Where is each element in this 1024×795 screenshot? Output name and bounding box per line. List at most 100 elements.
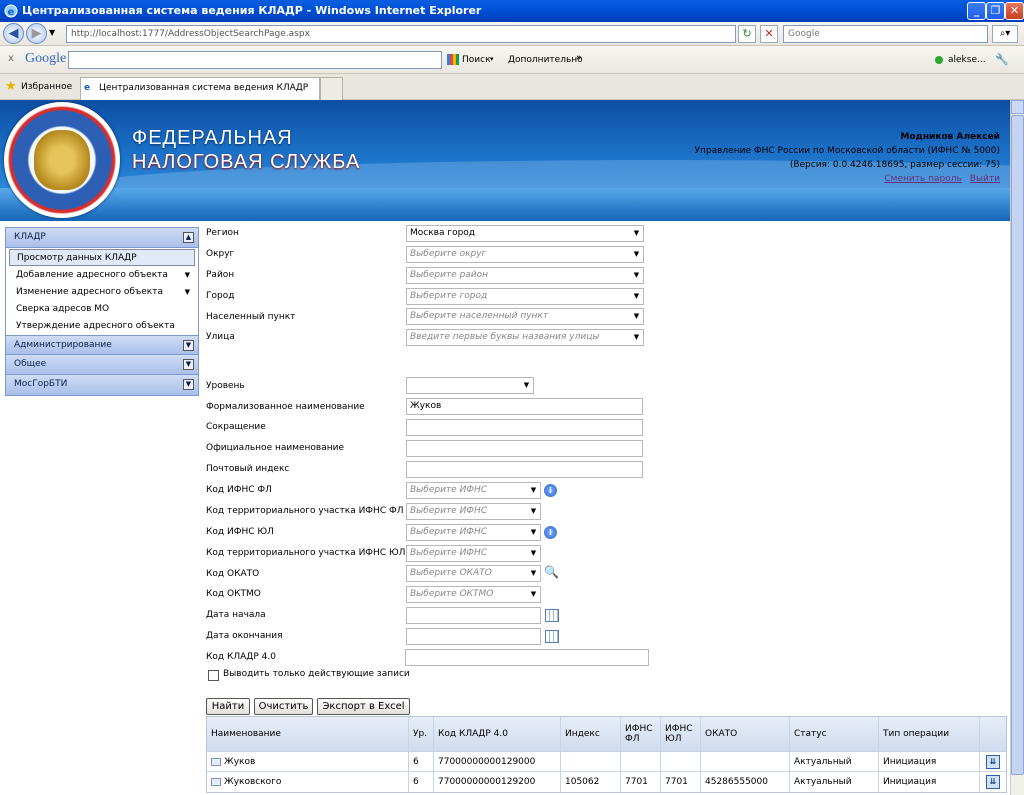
- find-button[interactable]: Найти: [206, 698, 250, 715]
- wrench-icon[interactable]: 🔧: [995, 53, 1009, 66]
- search-button[interactable]: Поиск: [462, 55, 491, 65]
- calendar-icon[interactable]: [545, 609, 559, 622]
- ifns-ul-select[interactable]: Выберите ИФНС ▼: [406, 524, 541, 541]
- google-account[interactable]: alekse...: [948, 55, 986, 65]
- change-password-link[interactable]: Сменить пароль: [884, 174, 961, 184]
- clear-button[interactable]: Очистить: [254, 698, 313, 715]
- np-select[interactable]: Выберите населенный пункт ▼: [406, 308, 644, 325]
- new-tab-button[interactable]: [320, 77, 343, 100]
- search-icon[interactable]: ⌕▾: [992, 25, 1018, 43]
- info-icon[interactable]: i: [544, 484, 557, 497]
- chevron-down-icon[interactable]: ▼: [526, 546, 540, 561]
- url-field[interactable]: http://localhost:1777/AddressObjectSearc…: [66, 25, 736, 43]
- menu-item-approve[interactable]: Утверждение адресного объекта: [6, 318, 198, 335]
- chevron-down-icon[interactable]: ▼: [629, 268, 643, 283]
- menu-item-add-address[interactable]: Добавление адресного объекта ▼: [6, 267, 198, 284]
- only-active-checkbox[interactable]: [208, 670, 219, 681]
- tab-kladr[interactable]: e Централизованная система ведения КЛАДР: [80, 77, 320, 100]
- search-box[interactable]: Google: [783, 25, 988, 43]
- col-level[interactable]: Ур.: [409, 717, 434, 751]
- postal-index-input[interactable]: [406, 461, 643, 478]
- uroven-select[interactable]: ▼: [406, 377, 534, 394]
- chevron-down-icon[interactable]: ▼: [629, 330, 643, 345]
- col-op[interactable]: Тип операции: [879, 717, 980, 751]
- collapse-icon[interactable]: ▲: [183, 232, 194, 243]
- menu-group-admin[interactable]: Администрирование ▼: [6, 335, 198, 355]
- menu-group-mosgorbti[interactable]: МосГорБТИ ▼: [6, 375, 198, 395]
- chevron-down-icon[interactable]: ▼: [629, 226, 643, 241]
- magnifier-icon[interactable]: 🔍: [544, 565, 559, 579]
- ifns-fl-select[interactable]: Выберите ИФНС ▼: [406, 482, 541, 499]
- menu-item-edit-address[interactable]: Изменение адресного объекта ▼: [6, 284, 198, 301]
- expand-row-icon[interactable]: ⇊: [986, 755, 1000, 769]
- menu-group-title: МосГорБТИ: [14, 379, 68, 389]
- chevron-down-icon[interactable]: ▼: [526, 525, 540, 540]
- col-index[interactable]: Индекс: [561, 717, 621, 751]
- col-kladr[interactable]: Код КЛАДР 4.0: [434, 717, 561, 751]
- col-name[interactable]: Наименование: [207, 717, 409, 751]
- toolbar-close-icon[interactable]: x: [8, 53, 14, 64]
- menu-item-view-kladr[interactable]: Просмотр данных КЛАДР: [9, 249, 195, 266]
- back-button[interactable]: ◀: [3, 23, 24, 44]
- chevron-down-icon[interactable]: ▼: [526, 566, 540, 581]
- expand-icon[interactable]: ▼: [183, 340, 194, 351]
- gorod-select[interactable]: Выберите город ▼: [406, 288, 644, 305]
- close-window-button[interactable]: ✕: [1005, 2, 1024, 20]
- menu-group-kladr[interactable]: КЛАДР ▲: [6, 228, 198, 248]
- sokr-input[interactable]: [406, 419, 643, 436]
- chevron-down-icon[interactable]: ▼: [629, 247, 643, 262]
- chevron-down-icon[interactable]: ▼: [526, 587, 540, 602]
- expand-icon[interactable]: ▼: [183, 359, 194, 370]
- expand-row-icon[interactable]: ⇊: [986, 775, 1000, 789]
- minimize-button[interactable]: _: [967, 2, 986, 20]
- chevron-down-icon[interactable]: ▼: [629, 289, 643, 304]
- chevron-down-icon[interactable]: ▼: [519, 378, 533, 393]
- date-start-input[interactable]: [406, 607, 541, 624]
- refresh-icon[interactable]: ↻: [738, 25, 756, 43]
- terr-ul-select[interactable]: Выберите ИФНС ▼: [406, 545, 541, 562]
- chevron-down-icon[interactable]: ▼: [526, 504, 540, 519]
- menu-group-general[interactable]: Общее ▼: [6, 355, 198, 375]
- terr-fl-select[interactable]: Выберите ИФНС ▼: [406, 503, 541, 520]
- expand-icon[interactable]: ▼: [183, 379, 194, 390]
- search-dropdown-icon[interactable]: ▾: [490, 55, 494, 63]
- raion-select[interactable]: Выберите район ▼: [406, 267, 644, 284]
- menu-item-reconcile[interactable]: Сверка адресов МО: [6, 301, 198, 318]
- okrug-select[interactable]: Выберите округ ▼: [406, 246, 644, 263]
- col-ifns-fl[interactable]: ИФНС ФЛ: [621, 717, 661, 751]
- maximize-button[interactable]: ❐: [986, 2, 1005, 20]
- col-ifns-ul[interactable]: ИФНС ЮЛ: [661, 717, 701, 751]
- table-row[interactable]: Жуков 6 77000000000129000 Актуальный Ини…: [207, 752, 1006, 772]
- more-button[interactable]: Дополнительно: [508, 55, 583, 65]
- page-scrollbar[interactable]: [1010, 100, 1024, 795]
- calendar-icon[interactable]: [545, 630, 559, 643]
- col-okato[interactable]: ОКАТО: [701, 717, 790, 751]
- chevron-down-icon[interactable]: ▼: [629, 309, 643, 324]
- logout-link[interactable]: Выйти: [970, 174, 1000, 184]
- chevron-down-icon[interactable]: ▼: [526, 483, 540, 498]
- okato-select[interactable]: Выберите ОКАТО ▼: [406, 565, 541, 582]
- more-chevron-icon[interactable]: »: [576, 53, 582, 63]
- nav-history-icon[interactable]: ▼: [49, 28, 55, 37]
- forward-button[interactable]: ▶: [26, 23, 47, 44]
- region-select[interactable]: Москва город ▼: [406, 225, 644, 242]
- scroll-thumb[interactable]: [1011, 115, 1024, 775]
- submenu-arrow-icon[interactable]: ▼: [185, 267, 190, 284]
- oktmo-select[interactable]: Выберите ОКТМО ▼: [406, 586, 541, 603]
- google-search-input[interactable]: [68, 51, 442, 69]
- table-row[interactable]: Жуковского 6 77000000000129200 105062 77…: [207, 772, 1006, 792]
- scroll-up-button[interactable]: [1011, 100, 1024, 114]
- info-icon[interactable]: i: [544, 526, 557, 539]
- favorites-star-icon[interactable]: ★: [5, 79, 17, 94]
- kladr-code-input[interactable]: [405, 649, 649, 666]
- date-end-input[interactable]: [406, 628, 541, 645]
- row-status: Актуальный: [790, 772, 879, 792]
- col-status[interactable]: Статус: [790, 717, 879, 751]
- stop-icon[interactable]: ✕: [760, 25, 778, 43]
- export-excel-button[interactable]: Экспорт в Excel: [317, 698, 410, 715]
- formal-name-input[interactable]: Жуков: [406, 398, 643, 415]
- submenu-arrow-icon[interactable]: ▼: [185, 284, 190, 301]
- ulica-select[interactable]: Введите первые буквы названия улицы ▼: [406, 329, 644, 346]
- official-name-input[interactable]: [406, 440, 643, 457]
- favorites-button[interactable]: Избранное: [21, 82, 72, 92]
